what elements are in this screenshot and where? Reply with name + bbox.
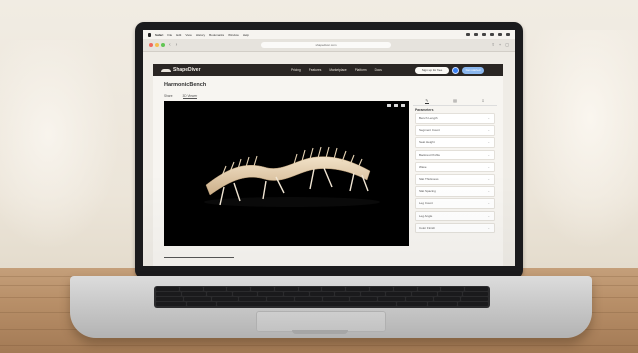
keyboard [154, 286, 490, 308]
parameter-row[interactable]: Slat Thickness ⌄ [415, 173, 495, 185]
address-bar[interactable]: shapediver.com [261, 42, 391, 48]
signup-button[interactable]: Sign up for free [415, 66, 449, 74]
zoom-window-button[interactable] [161, 43, 165, 47]
edit-icon[interactable]: ✎ [425, 98, 429, 104]
chevron-down-icon: ⌄ [487, 201, 490, 206]
control-center-icon[interactable] [498, 33, 502, 36]
chevron-down-icon: ⌄ [487, 189, 490, 194]
logo-mark-icon [161, 68, 171, 72]
page-title: HarmonicBench [164, 82, 207, 88]
menu-item[interactable]: History [196, 33, 205, 37]
3d-viewer[interactable] [164, 101, 409, 246]
menu-item[interactable]: Bookmarks [209, 33, 224, 37]
tab-3d-viewer[interactable]: 3D Viewer [182, 94, 198, 99]
avatar[interactable] [452, 66, 459, 74]
share-icon[interactable]: ⇪ [492, 42, 495, 48]
parameter-row[interactable]: Seat Height ⌄ [415, 137, 495, 148]
parameter-row[interactable]: Slat Spacing ⌄ [415, 186, 495, 197]
parameter-row[interactable]: Backrest Profile ⌄ [415, 149, 495, 161]
parameters-panel: ✎ ▤ ⇩ Parameters Bench Length ⌄ Segment C… [413, 96, 497, 256]
background-blur-left [0, 40, 120, 250]
minimize-window-button[interactable] [155, 43, 159, 47]
model-tabs: Share 3D Viewer [164, 94, 198, 99]
bench-model [204, 146, 380, 207]
chevron-down-icon: ⌄ [487, 164, 490, 169]
menu-item[interactable]: Help [243, 33, 249, 37]
nav-item[interactable]: Features [309, 68, 322, 72]
menu-app-name[interactable]: Safari [155, 33, 163, 37]
nav-item[interactable]: Pricing [291, 68, 301, 72]
chevron-down-icon: ⌄ [487, 116, 490, 120]
parameter-row[interactable]: Leg Angle ⌄ [415, 210, 495, 222]
menu-bar: Safari File Edit View History Bookmarks … [143, 30, 515, 39]
status-icon[interactable] [466, 33, 470, 36]
menu-item[interactable]: View [185, 33, 191, 37]
parameters-heading: Parameters [415, 108, 434, 112]
battery-icon[interactable] [482, 33, 486, 36]
forward-arrow-icon[interactable]: › [176, 42, 178, 48]
chevron-down-icon: ⌄ [487, 213, 490, 218]
parameter-row[interactable]: Bench Length ⌄ [415, 113, 495, 124]
browser-toolbar: ‹ › shapediver.com ⇪ + ▢ [143, 39, 515, 52]
nav-item[interactable]: Platform [355, 68, 367, 72]
tab-share[interactable]: Share [164, 94, 173, 99]
window-controls [149, 43, 165, 47]
menu-item[interactable]: Window [228, 33, 239, 37]
site-header: ShapeDiver Pricing Features Marketplace … [153, 64, 503, 76]
menu-item[interactable]: File [167, 33, 172, 37]
chevron-down-icon: ⌄ [487, 152, 490, 157]
progress-line [164, 257, 234, 258]
layers-icon[interactable]: ▤ [453, 98, 457, 103]
laptop-front-notch [292, 330, 348, 334]
get-started-button[interactable]: Get started [462, 66, 484, 74]
nav-item[interactable]: Docs [375, 68, 382, 72]
parameter-row[interactable]: Wave ⌄ [415, 161, 495, 173]
clock-icon[interactable] [506, 33, 510, 36]
parameter-row[interactable]: Segment Count ⌄ [415, 125, 495, 136]
parameters-list: Bench Length ⌄ Segment Count ⌄ Seat Height… [415, 113, 495, 235]
new-tab-icon[interactable]: + [499, 42, 501, 48]
apple-icon[interactable] [148, 32, 151, 37]
wifi-icon[interactable] [474, 33, 478, 36]
model-page: HarmonicBench Share 3D Viewer ✎ ▤ ⇩ Para… [153, 76, 503, 266]
site-nav: Pricing Features Marketplace Platform Do… [291, 68, 382, 72]
search-icon[interactable] [490, 33, 494, 36]
parameter-row[interactable]: Color Finish ⌄ [415, 222, 495, 234]
logo-text: ShapeDiver [173, 67, 201, 73]
background-blur-right [518, 30, 638, 250]
nav-item[interactable]: Marketplace [329, 68, 346, 72]
trackpad [256, 311, 386, 332]
chevron-down-icon: ⌄ [487, 176, 490, 181]
tabs-overview-icon[interactable]: ▢ [505, 42, 509, 48]
back-arrow-icon[interactable]: ‹ [169, 42, 171, 48]
chevron-down-icon: ⌄ [487, 140, 490, 145]
export-icon[interactable]: ⇩ [481, 98, 484, 103]
site-logo[interactable]: ShapeDiver [161, 67, 201, 73]
chevron-down-icon: ⌄ [487, 128, 490, 133]
close-window-button[interactable] [149, 43, 153, 47]
parameter-row[interactable]: Leg Count ⌄ [415, 198, 495, 209]
panel-tabs: ✎ ▤ ⇩ [413, 96, 497, 106]
menu-item[interactable]: Edit [176, 33, 181, 37]
chevron-down-icon: ⌄ [487, 225, 490, 230]
laptop-screen: Safari File Edit View History Bookmarks … [143, 30, 515, 266]
